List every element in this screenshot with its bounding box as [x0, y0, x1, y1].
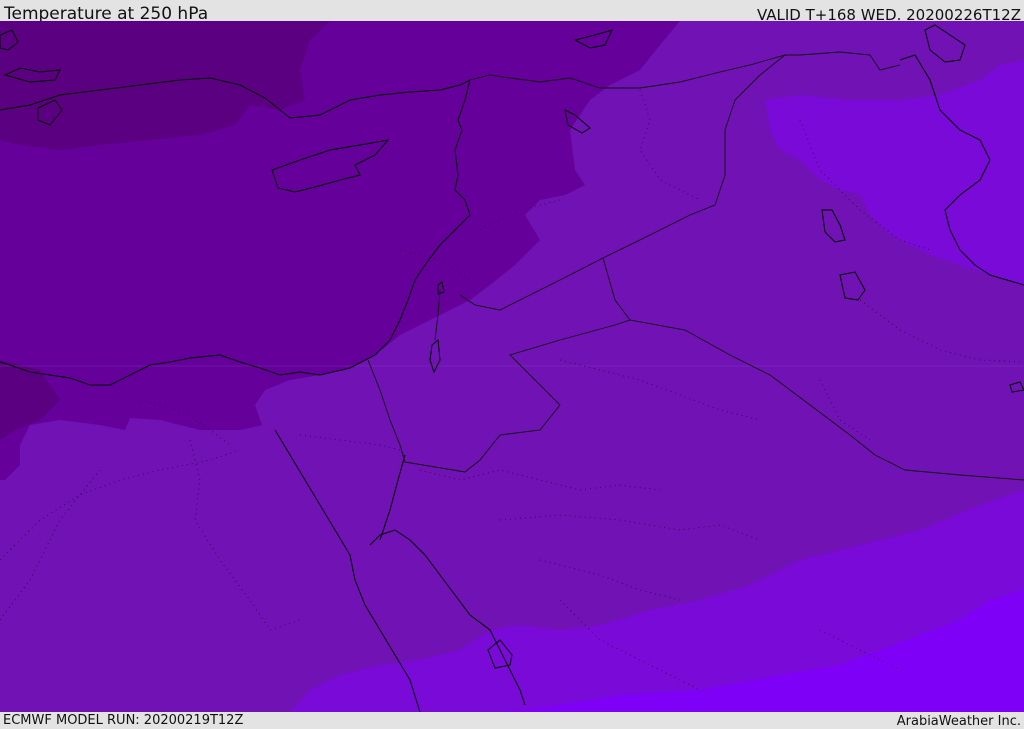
model-run-label: ECMWF MODEL RUN: 20200219T12Z	[3, 713, 244, 728]
credit-label: ArabiaWeather Inc.	[896, 714, 1021, 729]
weather-map[interactable]	[0, 21, 1024, 712]
footer-bar: ECMWF MODEL RUN: 20200219T12Z ArabiaWeat…	[0, 712, 1024, 729]
header-bar: Temperature at 250 hPa VALID T+168 WED. …	[0, 0, 1024, 24]
